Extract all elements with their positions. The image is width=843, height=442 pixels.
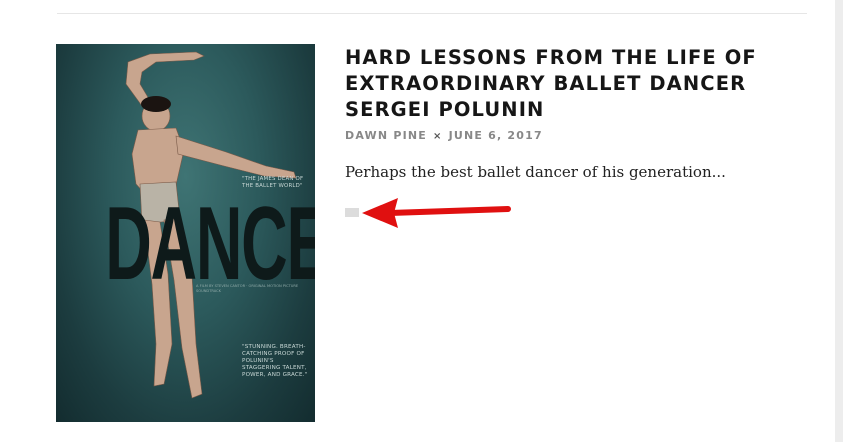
post-title-link[interactable]: HARD LESSONS FROM THE LIFE OF EXTRAORDIN… bbox=[345, 45, 785, 123]
page-scrollbar[interactable] bbox=[835, 0, 843, 442]
poster-credits: A film by Steven Cantor · Original motio… bbox=[196, 284, 299, 293]
post-excerpt: Perhaps the best ballet dancer of his ge… bbox=[345, 163, 726, 181]
top-divider bbox=[57, 13, 807, 14]
meta-separator: × bbox=[433, 131, 443, 142]
annotation-arrow-icon bbox=[362, 198, 511, 228]
poster-quote-top: "The James Dean of the ballet world" bbox=[242, 176, 304, 189]
read-more-button[interactable] bbox=[345, 208, 359, 217]
post-meta: DAWN PINE × JUNE 6, 2017 bbox=[345, 129, 543, 142]
post-date: JUNE 6, 2017 bbox=[448, 129, 543, 142]
post-author-link[interactable]: DAWN PINE bbox=[345, 129, 427, 142]
poster-title-text: DANCER bbox=[105, 186, 315, 302]
post-thumbnail-poster[interactable]: DANCER "The James Dean of the ballet wor… bbox=[56, 44, 315, 422]
poster-quote-bottom: "Stunning. Breath-catching proof of Polu… bbox=[242, 344, 308, 378]
